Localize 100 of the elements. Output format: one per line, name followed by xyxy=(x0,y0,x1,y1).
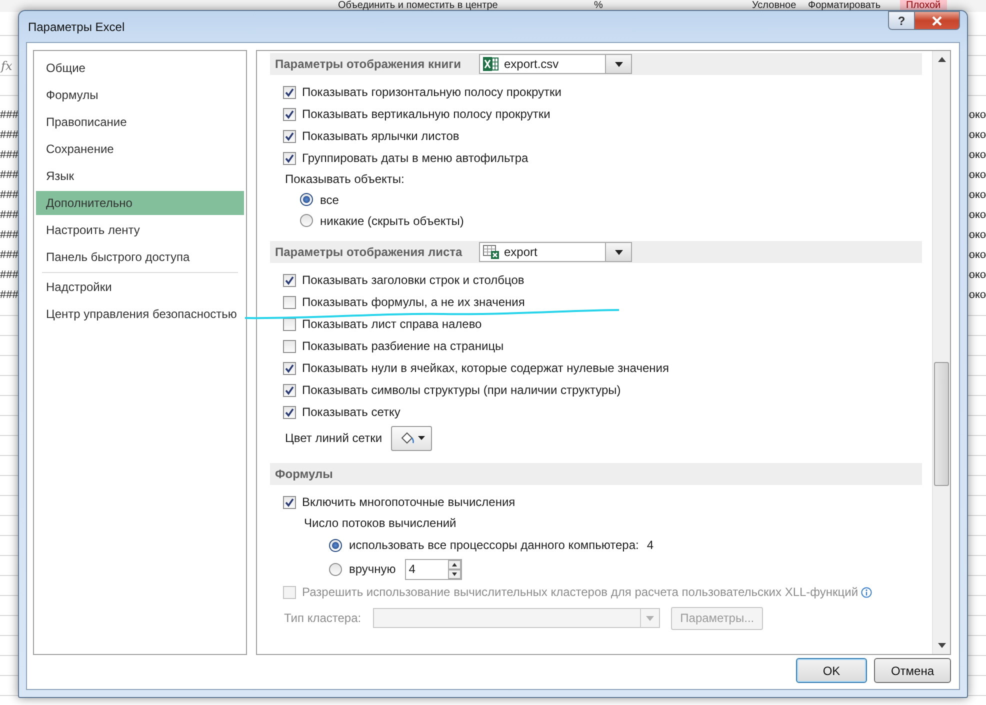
caret-icon xyxy=(646,616,654,620)
ribbon-label: % xyxy=(594,0,603,12)
category-item[interactable]: Язык xyxy=(36,163,244,190)
caret-icon xyxy=(614,250,622,254)
close-button[interactable] xyxy=(915,11,960,30)
vertical-scrollbar[interactable] xyxy=(932,51,950,654)
table-cell-text: око xyxy=(968,188,986,203)
category-item[interactable]: Сохранение xyxy=(36,136,244,163)
checkbox[interactable] xyxy=(283,108,296,120)
worksheet-icon xyxy=(483,245,499,259)
checkbox[interactable] xyxy=(283,296,296,308)
table-cell-text: око xyxy=(968,128,986,143)
table-cell-text: ### xyxy=(0,248,18,263)
category-item[interactable]: Формулы xyxy=(36,82,244,109)
checkbox-label: Показывать сетку xyxy=(302,405,400,419)
radio-label: все xyxy=(320,192,339,206)
checkbox[interactable] xyxy=(283,496,296,508)
checkbox-label: Разрешить использование вычислительных кластеров для расчета пользовательских XLL-функций xyxy=(302,585,858,599)
ribbon-label: Форматировать xyxy=(808,0,881,12)
checkbox[interactable] xyxy=(283,130,296,142)
radio-button[interactable] xyxy=(300,214,313,227)
checkbox[interactable] xyxy=(283,362,296,374)
ok-button[interactable]: OK xyxy=(796,658,867,683)
checkbox[interactable] xyxy=(283,340,296,352)
category-item[interactable]: Панель быстрого доступа xyxy=(36,244,244,271)
table-cell-text: ### xyxy=(0,128,18,143)
spinner-arrows-icon[interactable] xyxy=(448,560,461,578)
category-item[interactable]: Центр управления безопасностью xyxy=(36,301,244,328)
color-picker-button[interactable] xyxy=(391,426,432,450)
table-cell-text: око xyxy=(968,108,986,123)
group-label: Число потоков вычислений xyxy=(304,515,458,532)
checkbox-label: Показывать символы структуры (при наличии структуры) xyxy=(302,383,621,397)
checkbox-label: Показывать разбиение на страницы xyxy=(302,339,504,353)
checkbox-label: Показывать лист справа налево xyxy=(302,317,482,331)
spinner-field[interactable]: 4 xyxy=(404,558,462,580)
radio-button[interactable] xyxy=(329,562,342,576)
category-item[interactable]: Дополнительно xyxy=(36,191,244,215)
section-title: Формулы xyxy=(275,467,334,481)
category-item[interactable]: Надстройки xyxy=(36,274,244,301)
formula-icon[interactable]: fx xyxy=(0,54,16,78)
dropdown-button[interactable] xyxy=(605,243,631,261)
field-label: Тип кластера: xyxy=(284,611,362,625)
checkbox[interactable] xyxy=(283,406,296,418)
close-icon xyxy=(931,16,943,26)
table-cell-text: ### xyxy=(0,148,18,163)
checkbox-label: Показывать вертикальную полосу прокрутки xyxy=(302,107,550,121)
caret-icon xyxy=(418,436,425,440)
group-label: Показывать объекты: xyxy=(285,171,406,188)
table-cell-text: око xyxy=(968,268,986,283)
checkbox-label: Показывать формулы, а не их значения xyxy=(302,295,525,309)
table-cell-text: око xyxy=(968,248,986,263)
scroll-down-icon[interactable] xyxy=(938,643,946,648)
table-cell-text: ### xyxy=(0,108,18,123)
table-cell-text: око xyxy=(968,208,986,223)
category-item[interactable]: Общие xyxy=(36,55,244,82)
table-cell-text: ### xyxy=(0,208,18,223)
window-title: Параметры Excel xyxy=(28,20,125,34)
checkbox[interactable] xyxy=(283,86,296,98)
checkbox-label: Показывать ярлычки листов xyxy=(302,129,460,143)
section-title: Параметры отображения книги xyxy=(275,57,462,71)
dropdown-field[interactable]: export.csv xyxy=(479,54,632,74)
section-title: Параметры отображения листа xyxy=(275,245,464,259)
processor-count: 4 xyxy=(646,538,654,552)
radio-button[interactable] xyxy=(329,538,342,552)
dropdown-field[interactable]: export xyxy=(479,242,632,262)
table-cell-text: око xyxy=(968,148,986,163)
category-item[interactable]: Настроить ленту xyxy=(36,217,244,244)
table-cell-text: ### xyxy=(0,168,18,183)
table-cell-text: око xyxy=(968,288,986,303)
scroll-up-icon[interactable] xyxy=(938,57,946,62)
caret-icon xyxy=(614,62,622,66)
paint-bucket-icon xyxy=(398,431,415,445)
ribbon-label: Объединить и поместить в центре xyxy=(338,0,498,12)
checkbox[interactable] xyxy=(283,384,296,396)
table-cell-text: ### xyxy=(0,268,18,283)
table-cell-text: ### xyxy=(0,288,18,303)
radio-label: вручную xyxy=(349,562,396,576)
checkbox-label: Показывать нули в ячейках, которые содержат нулевые значения xyxy=(302,361,669,375)
dropdown-button[interactable] xyxy=(605,55,631,73)
scrollbar-thumb[interactable] xyxy=(934,362,949,486)
field-label: Цвет линий сетки xyxy=(285,431,382,445)
help-button[interactable]: ? xyxy=(888,11,915,30)
table-cell-text: око xyxy=(968,228,986,243)
checkbox[interactable] xyxy=(283,274,296,286)
table-cell-text: ### xyxy=(0,188,18,203)
spreadsheet-file-icon xyxy=(483,57,499,71)
table-cell-text: око xyxy=(968,168,986,183)
checkbox-label: Включить многопоточные вычисления xyxy=(302,495,516,509)
table-cell-text: ### xyxy=(0,228,18,243)
category-item[interactable]: Правописание xyxy=(36,109,244,136)
cancel-button[interactable]: Отмена xyxy=(874,658,951,683)
radio-label: использовать все процессоры данного компьютера: xyxy=(349,538,639,552)
checkbox[interactable] xyxy=(283,318,296,330)
radio-button[interactable] xyxy=(300,193,313,206)
checkbox-label: Показывать заголовки строк и столбцов xyxy=(302,273,524,287)
radio-label: никакие (скрыть объекты) xyxy=(320,214,464,228)
checkbox-label: Показывать горизонтальную полосу прокрутки xyxy=(302,85,562,99)
checkbox-label: Группировать даты в меню автофильтра xyxy=(302,151,528,165)
checkbox[interactable] xyxy=(283,152,296,164)
ribbon-label: Условное xyxy=(752,0,796,12)
